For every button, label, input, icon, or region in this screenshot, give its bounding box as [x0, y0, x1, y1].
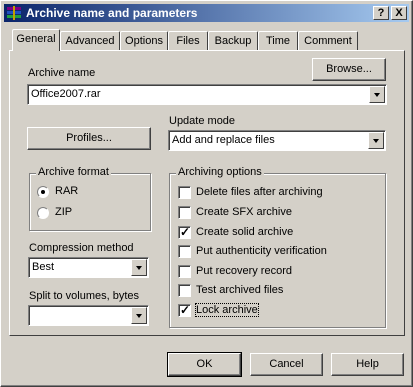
help-title-button[interactable]: ?	[373, 6, 389, 20]
lock-archive-checkbox[interactable]	[178, 303, 191, 317]
zip-radio-label[interactable]: ZIP	[55, 206, 72, 218]
create-solid-checkbox[interactable]	[178, 225, 191, 239]
update-mode-value: Add and replace files	[172, 134, 275, 146]
recovery-record-label[interactable]: Put recovery record	[196, 265, 292, 277]
profiles-button[interactable]: Profiles...	[27, 127, 151, 150]
title-bar[interactable]: Archive name and parameters ? X	[4, 4, 409, 22]
rar-radio-label[interactable]: RAR	[55, 185, 78, 197]
chevron-down-icon[interactable]	[131, 259, 147, 276]
help-button[interactable]: Help	[331, 353, 404, 376]
test-archived-checkbox[interactable]	[178, 284, 191, 297]
winrar-app-icon	[7, 6, 21, 20]
delete-files-label[interactable]: Delete files after archiving	[196, 186, 323, 198]
archive-name-combo[interactable]: Office2007.rar	[27, 84, 387, 105]
zip-radio[interactable]	[37, 207, 49, 219]
chevron-down-icon[interactable]	[131, 307, 147, 324]
authenticity-verification-checkbox[interactable]	[178, 245, 191, 258]
rar-radio[interactable]	[37, 186, 49, 198]
archive-format-title: Archive format	[36, 166, 111, 178]
create-sfx-label[interactable]: Create SFX archive	[196, 206, 292, 218]
split-volumes-label: Split to volumes, bytes	[29, 290, 140, 302]
compression-method-select[interactable]: Best	[28, 257, 149, 278]
lock-archive-label[interactable]: Lock archive	[195, 303, 259, 317]
update-mode-select[interactable]: Add and replace files	[168, 130, 386, 151]
recovery-record-checkbox[interactable]	[178, 265, 191, 278]
cancel-button[interactable]: Cancel	[250, 353, 323, 376]
tab-options[interactable]: Options	[120, 31, 168, 50]
tab-comment[interactable]: Comment	[298, 31, 358, 50]
test-archived-label[interactable]: Test archived files	[196, 284, 283, 296]
delete-files-checkbox[interactable]	[178, 186, 191, 199]
compression-method-value: Best	[32, 261, 55, 273]
split-volumes-combo[interactable]	[28, 305, 149, 326]
chevron-down-icon[interactable]	[368, 132, 384, 149]
archiving-options-title: Archiving options	[176, 166, 264, 178]
create-sfx-checkbox[interactable]	[178, 206, 191, 219]
authenticity-verification-label[interactable]: Put authenticity verification	[196, 245, 327, 257]
tab-general[interactable]: General	[12, 29, 60, 51]
chevron-down-icon[interactable]	[369, 86, 385, 103]
compression-method-label: Compression method	[29, 242, 134, 254]
tab-time[interactable]: Time	[258, 31, 298, 50]
browse-button[interactable]: Browse...	[312, 58, 386, 81]
tab-backup[interactable]: Backup	[208, 31, 258, 50]
ok-button[interactable]: OK	[167, 352, 242, 377]
create-solid-label[interactable]: Create solid archive	[196, 226, 293, 238]
archive-format-group: Archive format	[29, 166, 151, 231]
archive-name-value: Office2007.rar	[31, 88, 101, 100]
archive-name-label: Archive name	[28, 67, 96, 79]
update-mode-label: Update mode	[169, 115, 236, 127]
window-title: Archive name and parameters	[26, 6, 198, 20]
tab-files[interactable]: Files	[168, 31, 208, 50]
tab-advanced[interactable]: Advanced	[60, 31, 120, 50]
close-button[interactable]: X	[391, 6, 407, 20]
